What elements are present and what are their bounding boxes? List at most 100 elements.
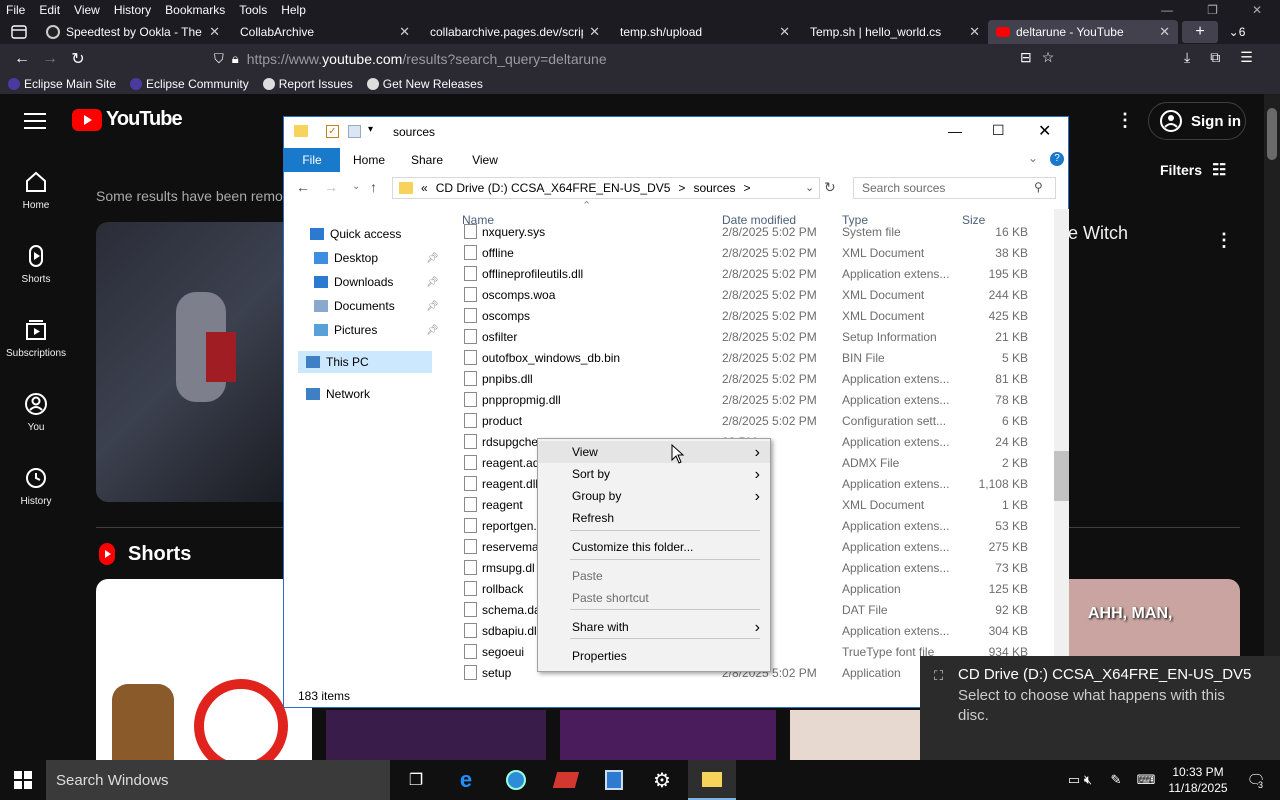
nav-item-documents[interactable]: Documents [314, 295, 395, 317]
menu-item-sort-by[interactable]: Sort by › [538, 463, 770, 485]
breadcrumb-separator[interactable]: > [743, 181, 750, 195]
scrollbar-thumb[interactable] [1054, 451, 1069, 501]
tab-speedtest[interactable]: Speedtest by Ookla - The ✕ [38, 20, 228, 44]
edge-app[interactable]: e [442, 760, 490, 800]
browser-app[interactable] [492, 760, 540, 800]
file-row[interactable]: oscomps.woa 2/8/2025 5:02 PM XML Document 2… [454, 284, 1054, 305]
ribbon-tab-view[interactable]: View [456, 153, 514, 167]
file-row[interactable]: osfilter 2/8/2025 5:02 PM Setup Informatio… [454, 326, 1054, 347]
restore-icon[interactable]: ❐ [1207, 3, 1218, 17]
tab-overview-button[interactable] [0, 19, 38, 45]
recent-locations-icon[interactable]: ⌄ [352, 181, 360, 192]
action-center-button[interactable]: 🗨︎ 3 [1236, 760, 1276, 800]
bookmark-eclipse-community[interactable]: Eclipse Community [130, 77, 249, 91]
reader-view-icon[interactable]: ⊟ [1020, 49, 1032, 66]
short-thumbnail[interactable] [96, 579, 312, 760]
sidebar-item-history[interactable]: History [0, 466, 72, 507]
lock-icon[interactable]: 🔒︎ [232, 51, 239, 67]
breadcrumb-separator[interactable]: > [678, 181, 685, 195]
help-icon[interactable]: ? [1050, 152, 1064, 166]
close-tab-icon[interactable]: ✕ [589, 24, 600, 40]
file-row[interactable]: offlineprofileutils.dll 2/8/2025 5:02 PM A… [454, 263, 1054, 284]
settings-dots-icon[interactable]: ⋮ [1116, 110, 1134, 131]
pin-icon[interactable]: 📌︎ [426, 301, 439, 312]
file-row[interactable]: oscomps 2/8/2025 5:02 PM XML Document 425 K… [454, 305, 1054, 326]
menu-item-paste-shortcut[interactable]: Paste shortcut [538, 587, 770, 609]
sidebar-item-shorts[interactable]: Shorts [0, 244, 72, 285]
close-icon[interactable]: ✕ [1038, 121, 1051, 141]
file-row[interactable]: nxquery.sys 2/8/2025 5:02 PM System file 16… [454, 223, 1054, 242]
quick-access-dropdown-icon[interactable]: ▾ [368, 124, 373, 135]
task-view-button[interactable]: ❐ [392, 760, 440, 800]
filters-button[interactable]: Filters ☷ [1160, 160, 1226, 180]
maximize-icon[interactable]: ☐ [992, 122, 1005, 139]
scrollbar-thumb[interactable] [1267, 108, 1277, 160]
settings-app[interactable]: ⚙ [638, 760, 686, 800]
pin-icon[interactable]: 📌︎ [426, 325, 439, 336]
sidebar-item-subscriptions[interactable]: Subscriptions [0, 318, 72, 359]
guide-menu-icon[interactable] [24, 112, 46, 130]
minimize-icon[interactable]: — [1161, 3, 1173, 17]
nav-item-quick-access[interactable]: Quick access [310, 223, 401, 245]
properties-icon[interactable]: ✓ [326, 125, 339, 138]
extensions-icon[interactable]: ⧉ [1210, 49, 1220, 66]
nav-item-this-pc[interactable]: This PC [298, 351, 432, 373]
back-arrow-icon[interactable]: ← [296, 179, 310, 195]
menu-item-customize-this-folder[interactable]: Customize this folder... [538, 536, 770, 558]
file-row[interactable]: offline 2/8/2025 5:02 PM XML Document 38 KB [454, 242, 1054, 263]
ribbon-tab-share[interactable]: Share [398, 153, 456, 167]
breadcrumb[interactable]: « CD Drive (D:) CCSA_X64FRE_EN-US_DV5 > … [392, 177, 820, 199]
menu-item-view[interactable]: View › [538, 441, 770, 463]
menu-file[interactable]: File [6, 3, 25, 17]
keyboard-icon[interactable]: ⌨ [1132, 760, 1160, 800]
pinned-app[interactable] [542, 760, 590, 800]
menu-tools[interactable]: Tools [239, 3, 267, 17]
minimize-icon[interactable]: — [948, 123, 962, 139]
shield-icon[interactable]: ⛉ [214, 51, 224, 67]
url-bar[interactable]: ⛉ 🔒︎ https://www.youtube.com/results?sea… [214, 47, 1074, 71]
file-explorer-app[interactable] [688, 760, 736, 800]
sidebar-item-home[interactable]: Home [0, 170, 72, 211]
short-thumbnail[interactable] [560, 710, 776, 760]
start-button[interactable] [0, 760, 46, 800]
menu-edit[interactable]: Edit [39, 3, 60, 17]
address-dropdown-icon[interactable]: ⌄ [805, 181, 814, 194]
downloads-icon[interactable]: ⤓ [1184, 49, 1190, 66]
reload-button[interactable]: ↻ [64, 46, 92, 72]
tab-temp-upload[interactable]: temp.sh/upload ✕ [608, 20, 798, 44]
breadcrumb-sources[interactable]: sources [693, 181, 735, 195]
new-tab-button[interactable]: + [1182, 21, 1218, 43]
list-all-tabs-button[interactable]: ⌄ 6 [1218, 19, 1256, 45]
close-icon[interactable]: ✕ [1252, 3, 1262, 17]
bookmark-eclipse-main[interactable]: Eclipse Main Site [8, 77, 116, 91]
more-options-icon[interactable]: ⋮ [1215, 230, 1233, 251]
hamburger-menu-icon[interactable]: ☰ [1240, 49, 1253, 66]
menu-item-group-by[interactable]: Group by › [538, 485, 770, 507]
menu-bookmarks[interactable]: Bookmarks [165, 3, 225, 17]
menu-view[interactable]: View [74, 3, 100, 17]
tab-temp-hello-world[interactable]: Temp.sh | hello_world.cs ✕ [798, 20, 988, 44]
file-row[interactable]: pnppropmig.dll 2/8/2025 5:02 PM Applicatio… [454, 389, 1054, 410]
sign-in-button[interactable]: Sign in [1148, 102, 1246, 140]
pinned-app[interactable] [590, 760, 638, 800]
back-button[interactable]: ← [8, 46, 36, 72]
forward-arrow-icon[interactable]: → [324, 179, 338, 195]
close-tab-icon[interactable]: ✕ [779, 24, 790, 40]
short-thumbnail[interactable] [326, 710, 546, 760]
forward-button[interactable]: → [36, 46, 64, 72]
new-folder-icon[interactable] [348, 125, 361, 138]
volume-muted-icon[interactable]: 🔇︎ [1076, 760, 1100, 800]
close-tab-icon[interactable]: ✕ [969, 24, 980, 40]
menu-help[interactable]: Help [281, 3, 306, 17]
file-list-scrollbar[interactable] [1054, 209, 1069, 687]
menu-item-properties[interactable]: Properties [538, 645, 770, 667]
close-tab-icon[interactable]: ✕ [399, 24, 410, 40]
file-row[interactable]: pnpibs.dll 2/8/2025 5:02 PM Application ex… [454, 368, 1054, 389]
pin-icon[interactable]: 📌︎ [426, 277, 439, 288]
nav-item-desktop[interactable]: Desktop [314, 247, 378, 269]
clock[interactable]: 10:33 PM 11/18/2025 [1160, 760, 1236, 800]
up-arrow-icon[interactable]: ↑ [370, 179, 377, 195]
menu-item-paste[interactable]: Paste [538, 565, 770, 587]
pen-icon[interactable]: ✎ [1104, 760, 1128, 800]
sidebar-item-you[interactable]: You [0, 392, 72, 433]
